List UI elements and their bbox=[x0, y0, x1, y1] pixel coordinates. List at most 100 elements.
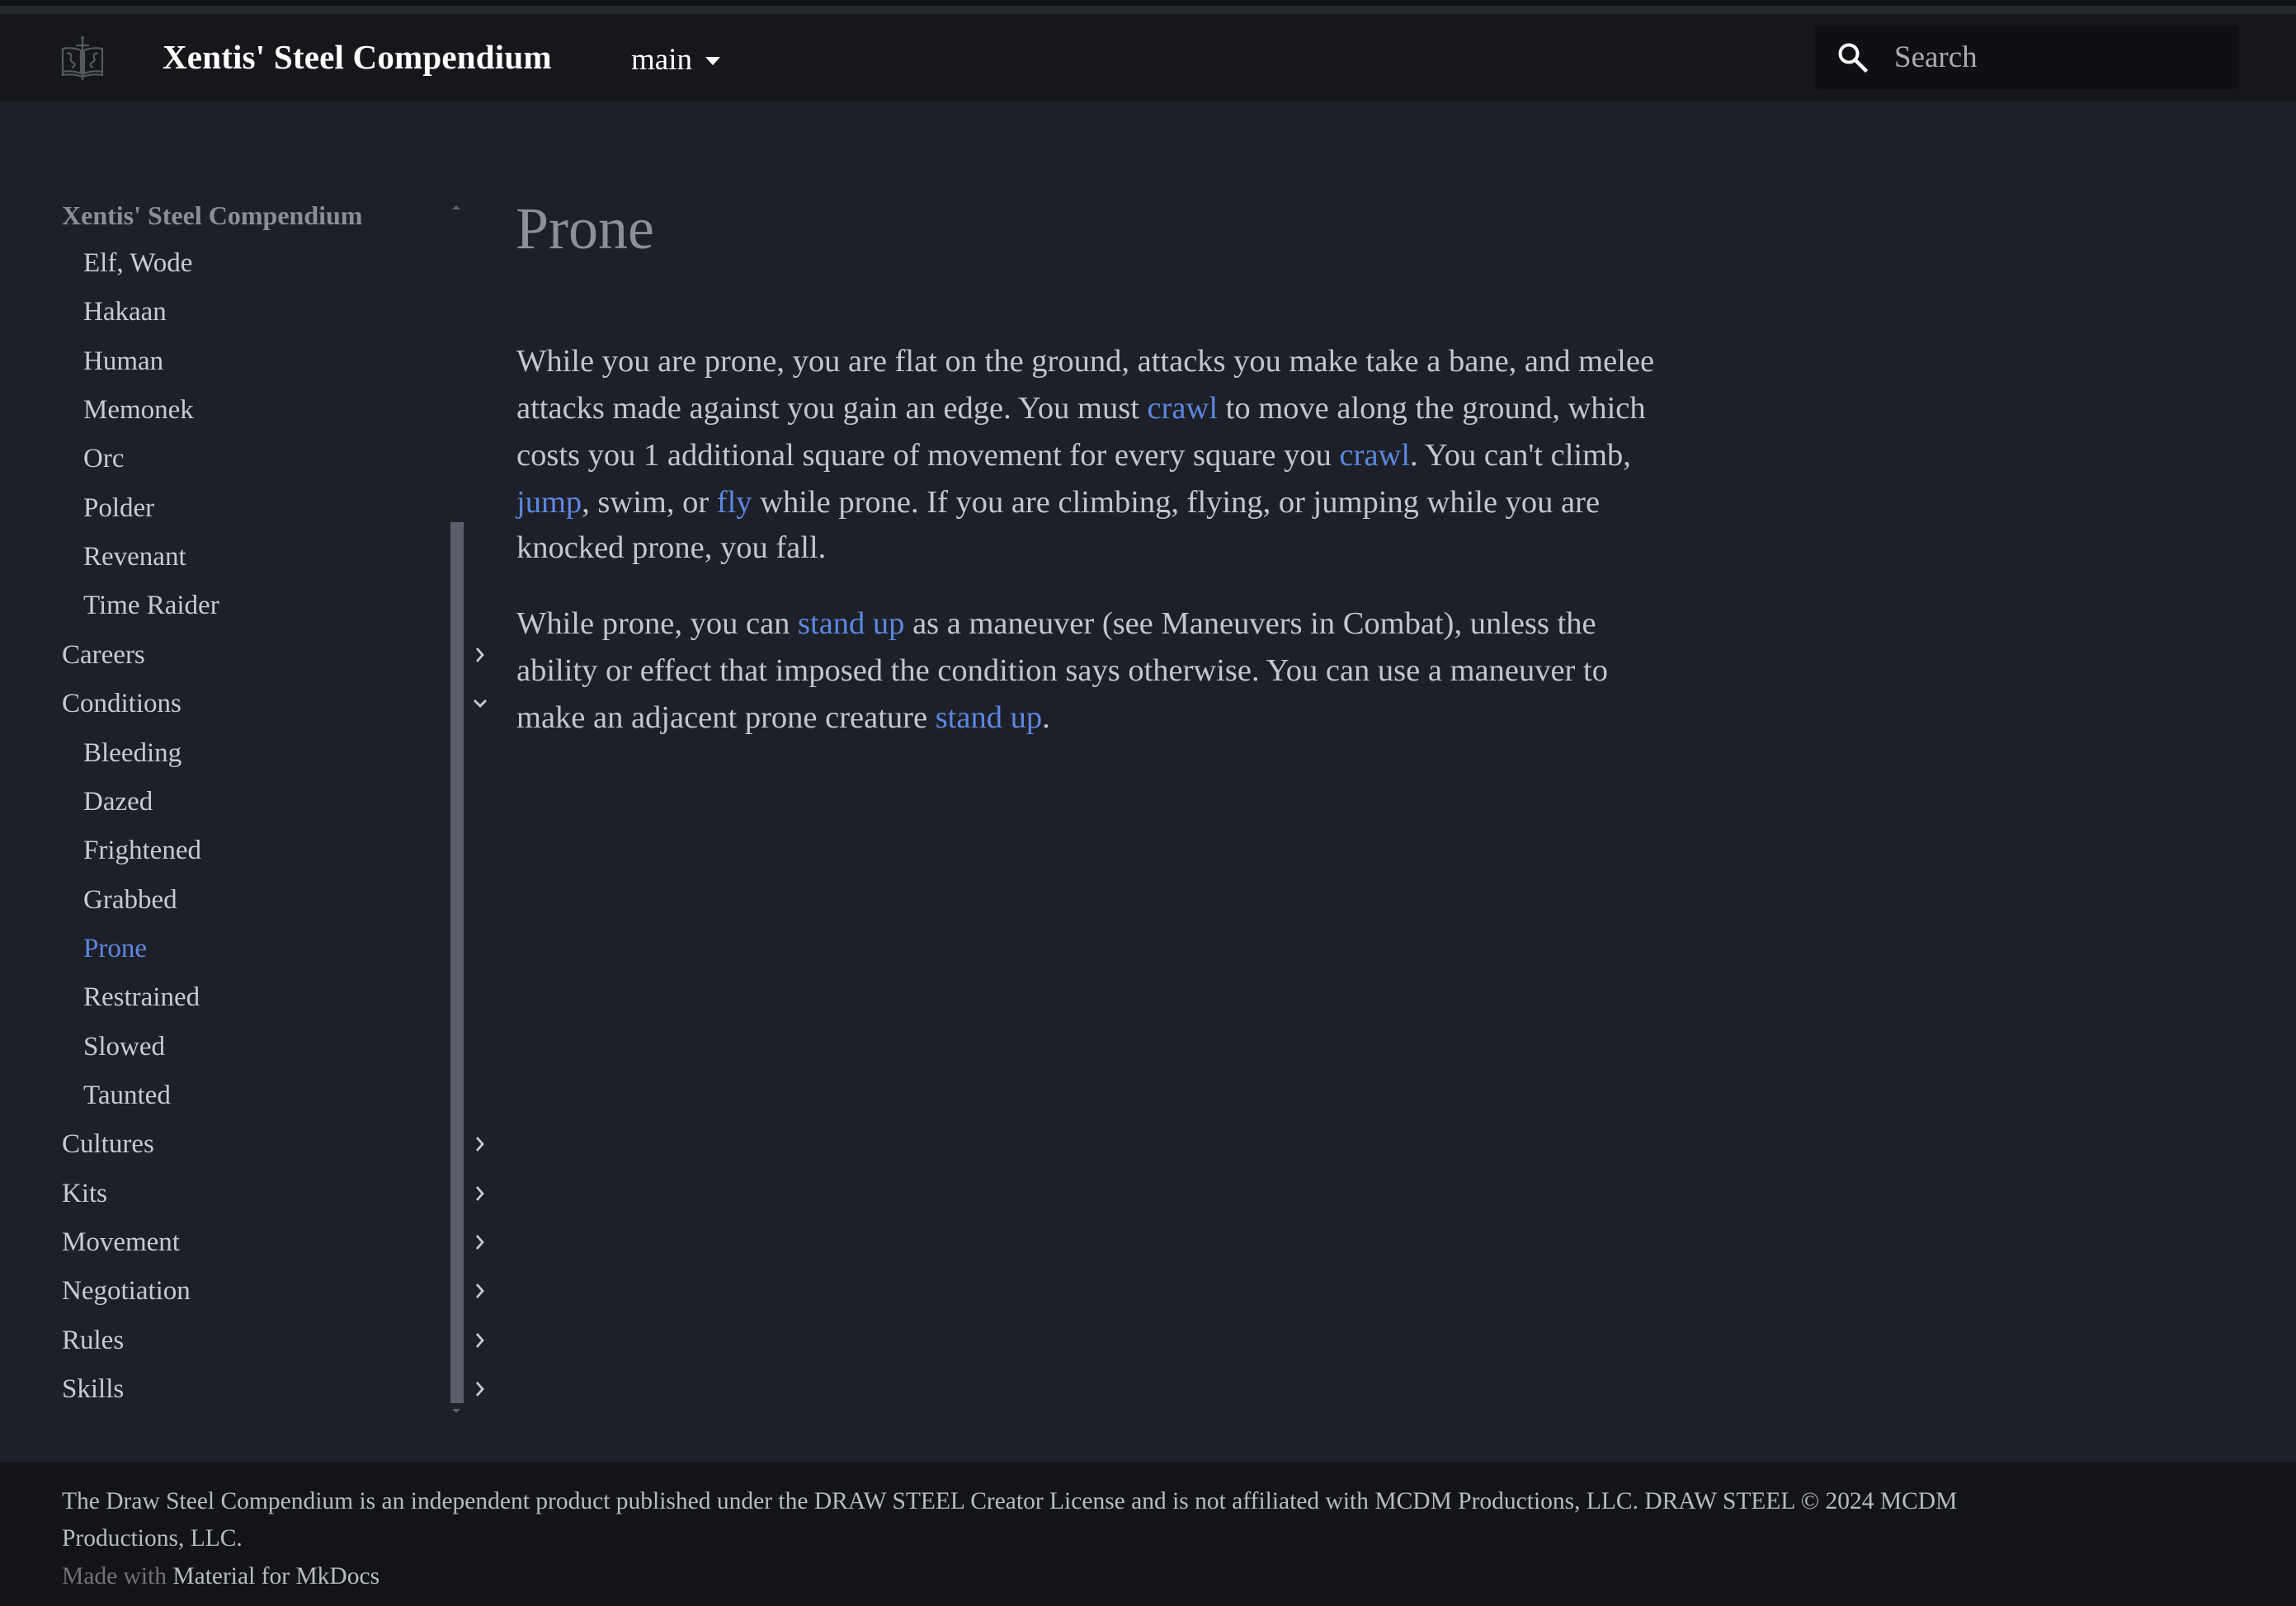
sidebar-item-prone[interactable]: Prone bbox=[83, 928, 147, 969]
sidebar-item-frightened[interactable]: Frightened bbox=[83, 830, 201, 871]
sidebar-item-polder[interactable]: Polder bbox=[83, 487, 154, 529]
link-fly[interactable]: fly bbox=[717, 485, 752, 520]
sidebar-item-human[interactable]: Human bbox=[83, 341, 163, 382]
sidebar-item-grabbed[interactable]: Grabbed bbox=[83, 879, 177, 921]
sidebar-section-movement[interactable]: Movement bbox=[62, 1222, 484, 1263]
sidebar-item-orc[interactable]: Orc bbox=[83, 438, 124, 479]
sidebar-item-label: Revenant bbox=[83, 542, 186, 572]
version-label: main bbox=[631, 42, 692, 77]
sidebar-item-label: Slowed bbox=[83, 1032, 165, 1062]
text-run: to move along the ground, which bbox=[1218, 391, 1646, 426]
paragraph-line: attacks made against you gain an edge. Y… bbox=[516, 385, 1646, 431]
sidebar-section-careers[interactable]: Careers bbox=[62, 634, 484, 676]
search-input[interactable] bbox=[1894, 25, 2224, 89]
text-run: . You can't climb, bbox=[1410, 438, 1631, 473]
paragraph-line: While you are prone, you are flat on the… bbox=[516, 338, 1654, 384]
sidebar-item-time-raider[interactable]: Time Raider bbox=[83, 585, 219, 626]
paragraph-line: make an adjacent prone creature stand up… bbox=[516, 695, 1050, 741]
made-with: Made with Material for MkDocs bbox=[62, 1558, 380, 1595]
sidebar-item-label: Human bbox=[83, 346, 164, 376]
sidebar-item-label: Cultures bbox=[62, 1129, 154, 1159]
sidebar-item-elf-wode[interactable]: Elf, Wode bbox=[83, 243, 192, 284]
license-text-line-1: The Draw Steel Compendium is an independ… bbox=[62, 1488, 1958, 1514]
paragraph-line: knocked prone, you fall. bbox=[516, 525, 826, 571]
site-title[interactable]: Xentis' Steel Compendium bbox=[163, 36, 552, 78]
chevron-right-icon[interactable] bbox=[470, 645, 490, 665]
search-box[interactable] bbox=[1815, 25, 2239, 89]
sidebar-item-bleeding[interactable]: Bleeding bbox=[83, 732, 182, 774]
text-run: knocked prone, you fall. bbox=[516, 530, 827, 565]
link-crawl[interactable]: crawl bbox=[1340, 438, 1411, 473]
sidebar-section-conditions[interactable]: Conditions bbox=[62, 683, 487, 724]
text-run: attacks made against you gain an edge. Y… bbox=[516, 391, 1148, 426]
sidebar-item-label: Conditions bbox=[62, 689, 182, 718]
scroll-down-arrow-icon[interactable] bbox=[452, 1409, 460, 1413]
sidebar-item-label: Prone bbox=[83, 934, 147, 963]
text-run: costs you 1 additional square of movemen… bbox=[516, 438, 1340, 473]
text-run: While you are prone, you are flat on the… bbox=[516, 344, 1655, 379]
site-footer: The Draw Steel Compendium is an independ… bbox=[0, 1462, 2296, 1606]
sidebar-item-label: Orc bbox=[83, 444, 125, 473]
sidebar-section-negotiation[interactable]: Negotiation bbox=[62, 1270, 484, 1312]
chevron-right-icon[interactable] bbox=[470, 1330, 490, 1350]
sidebar-item-revenant[interactable]: Revenant bbox=[83, 536, 186, 577]
chevron-down-icon[interactable] bbox=[470, 694, 490, 714]
paragraph-line: While prone, you can stand up as a maneu… bbox=[516, 600, 1596, 647]
chevron-right-icon[interactable] bbox=[470, 1281, 490, 1301]
text-run: . bbox=[1042, 700, 1050, 735]
sidebar-scrollbar-thumb[interactable] bbox=[450, 522, 464, 1403]
top-edge-highlight bbox=[0, 6, 2296, 14]
paragraph-line: costs you 1 additional square of movemen… bbox=[516, 432, 1631, 478]
made-with-prefix: Made with bbox=[62, 1563, 167, 1590]
link-jump[interactable]: jump bbox=[516, 485, 582, 520]
sidebar-item-label: Frightened bbox=[83, 836, 201, 865]
page-title: Prone bbox=[516, 195, 654, 261]
link-crawl[interactable]: crawl bbox=[1148, 391, 1219, 426]
text-run: while prone. If you are climbing, flying… bbox=[752, 485, 1601, 520]
chevron-right-icon[interactable] bbox=[470, 1184, 490, 1203]
chevron-right-icon[interactable] bbox=[470, 1134, 490, 1154]
scroll-up-arrow-icon[interactable] bbox=[452, 205, 460, 210]
sidebar-item-label: Taunted bbox=[83, 1081, 171, 1110]
link-stand-up[interactable]: stand up bbox=[798, 606, 904, 641]
sidebar-section-kits[interactable]: Kits bbox=[62, 1173, 484, 1214]
site-header: Xentis' Steel Compendium main bbox=[0, 14, 2296, 101]
sidebar-item-label: Careers bbox=[62, 640, 145, 670]
sidebar-item-label: Memonek bbox=[83, 395, 194, 425]
sidebar-item-taunted[interactable]: Taunted bbox=[83, 1075, 171, 1116]
text-run: make an adjacent prone creature bbox=[516, 700, 936, 735]
sidebar-item-label: Movement bbox=[62, 1227, 180, 1257]
sidebar-item-label: Elf, Wode bbox=[83, 248, 193, 278]
sidebar-item-label: Dazed bbox=[83, 787, 153, 817]
sidebar-item-slowed[interactable]: Slowed bbox=[83, 1026, 165, 1067]
sidebar-item-label: Polder bbox=[83, 493, 155, 523]
sidebar-section-cultures[interactable]: Cultures bbox=[62, 1123, 484, 1165]
sidebar-title[interactable]: Xentis' Steel Compendium bbox=[62, 195, 362, 236]
sidebar-section-rules[interactable]: Rules bbox=[62, 1320, 484, 1361]
text-run: While prone, you can bbox=[516, 606, 799, 641]
sidebar-item-label: Grabbed bbox=[83, 885, 177, 915]
sidebar-item-label: Restrained bbox=[83, 982, 200, 1012]
sidebar-item-label: Kits bbox=[62, 1179, 108, 1208]
caret-down-icon bbox=[705, 57, 720, 65]
material-for-mkdocs-link[interactable]: Material for MkDocs bbox=[172, 1563, 380, 1590]
sidebar-item-dazed[interactable]: Dazed bbox=[83, 781, 153, 822]
sidebar-item-restrained[interactable]: Restrained bbox=[83, 977, 200, 1018]
sidebar-section-skills[interactable]: Skills bbox=[62, 1368, 484, 1410]
sidebar-item-label: Skills bbox=[62, 1374, 125, 1404]
sidebar-item-label: Time Raider bbox=[83, 591, 219, 620]
top-edge bbox=[0, 0, 2296, 6]
text-run: , swim, or bbox=[582, 485, 717, 520]
chevron-right-icon[interactable] bbox=[470, 1232, 490, 1252]
version-selector[interactable]: main bbox=[631, 39, 720, 80]
paragraph-line: ability or effect that imposed the condi… bbox=[516, 648, 1608, 694]
text-run: as a maneuver (see Maneuvers in Combat),… bbox=[904, 606, 1596, 641]
sidebar-item-label: Negotiation bbox=[62, 1276, 191, 1306]
link-stand-up[interactable]: stand up bbox=[936, 700, 1042, 735]
sidebar-item-memonek[interactable]: Memonek bbox=[83, 389, 194, 431]
search-icon[interactable] bbox=[1836, 41, 1869, 74]
chevron-right-icon[interactable] bbox=[470, 1379, 490, 1399]
book-sword-logo-icon[interactable] bbox=[59, 35, 106, 83]
sidebar-item-label: Bleeding bbox=[83, 738, 182, 768]
sidebar-item-hakaan[interactable]: Hakaan bbox=[83, 291, 167, 332]
